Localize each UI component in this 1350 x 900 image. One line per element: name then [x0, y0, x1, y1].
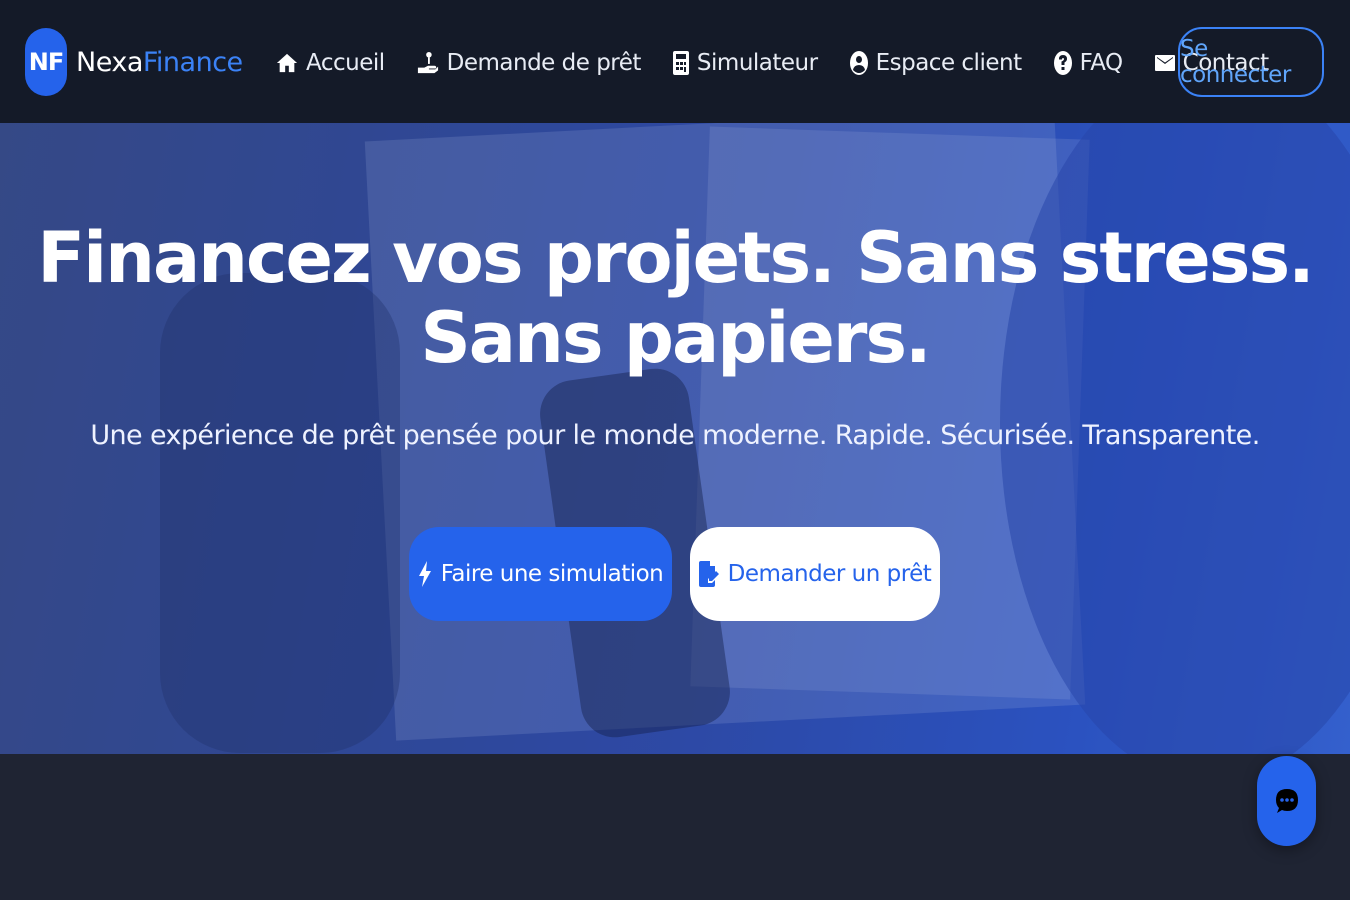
next-section [0, 754, 1350, 900]
home-icon [276, 53, 298, 73]
brand-logo[interactable]: NF NexaFinance [25, 28, 243, 96]
hero-subtitle: Une expérience de prêt pensée pour le mo… [90, 420, 1260, 451]
loan-request-button-label: Demander un prêt [727, 561, 932, 587]
hand-coin-icon [417, 52, 438, 74]
nav-item-label: Espace client [875, 50, 1023, 76]
file-signature-icon [698, 561, 719, 587]
nav-item-label: Simulateur [696, 50, 818, 76]
brand-name-part2: Finance [142, 46, 243, 78]
simulation-button-label: Faire une simulation [440, 561, 664, 587]
question-circle-icon [1053, 51, 1072, 75]
nav-item-faq[interactable]: FAQ [1053, 50, 1124, 76]
nav-item-simulateur[interactable]: Simulateur [672, 50, 818, 76]
hero-title-line2: Sans papiers. [420, 297, 931, 379]
chat-bubble-icon [1275, 789, 1298, 813]
simulation-button[interactable]: Faire une simulation [409, 527, 672, 621]
loan-request-button[interactable]: Demander un prêt [690, 527, 940, 621]
user-circle-icon [849, 51, 868, 75]
navbar: NF NexaFinance Accueil Demande de prêt S… [0, 0, 1350, 123]
nav-item-espace-client[interactable]: Espace client [849, 50, 1023, 76]
calculator-icon [672, 51, 689, 75]
nav-item-label: Accueil [306, 50, 385, 76]
brand-name-part1: Nexa [76, 46, 143, 78]
nav-item-demande-de-pret[interactable]: Demande de prêt [417, 50, 641, 76]
nav-item-label: FAQ [1079, 50, 1124, 76]
chat-button[interactable] [1257, 756, 1316, 846]
hero-section: Financez vos projets. Sans stress. Sans … [0, 123, 1350, 754]
bolt-icon [418, 561, 431, 587]
hero-title-line1: Financez vos projets. Sans stress. [37, 217, 1314, 299]
logo-badge: NF [25, 28, 67, 96]
nav-item-accueil[interactable]: Accueil [276, 50, 385, 76]
main-nav: Accueil Demande de prêt Simulateur Espac… [276, 45, 1301, 81]
envelope-icon [1154, 55, 1175, 71]
login-button[interactable]: Se connecter [1178, 27, 1324, 97]
hero-title: Financez vos projets. Sans stress. Sans … [0, 218, 1350, 378]
nav-item-label: Demande de prêt [446, 50, 642, 76]
brand-name: NexaFinance [76, 47, 243, 78]
